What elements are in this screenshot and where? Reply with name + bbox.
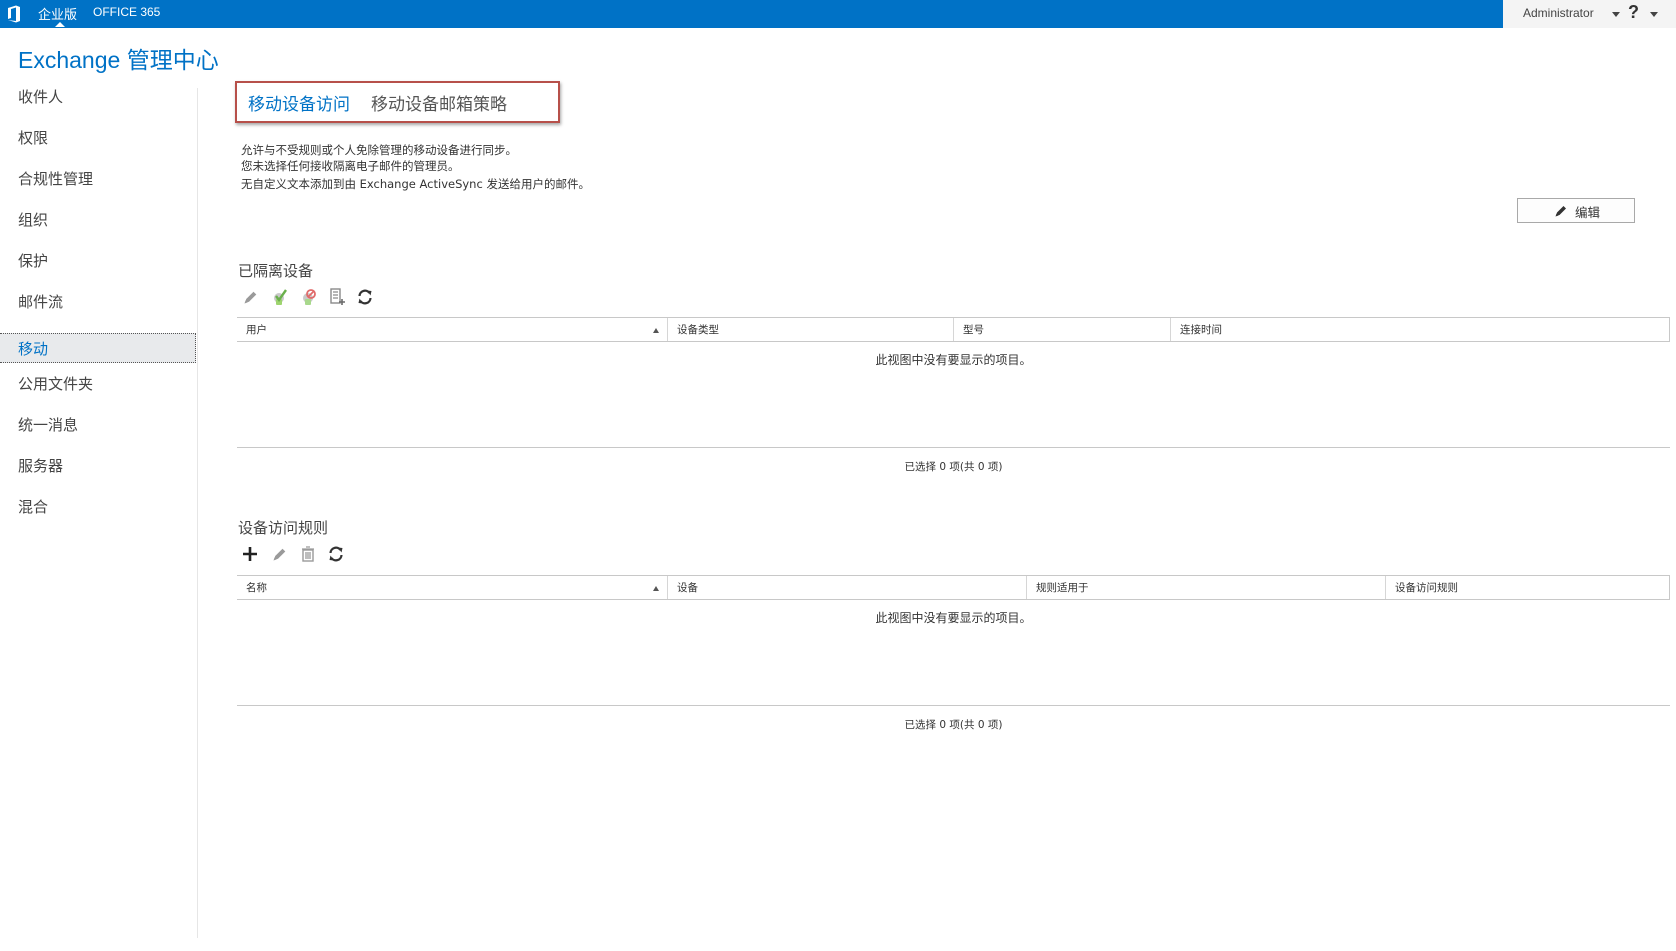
tab-bar: 移动设备访问 移动设备邮箱策略 (235, 81, 560, 123)
description-line: 您未选择任何接收隔离电子邮件的管理员。 (241, 159, 460, 173)
rules-empty-message: 此视图中没有要显示的项目。 (875, 611, 1032, 625)
user-area: Administrator ? (1503, 0, 1676, 28)
rules-section-title: 设备访问规则 (238, 519, 329, 537)
office365-link[interactable]: OFFICE 365 (93, 5, 160, 19)
rules-selection-count: 已选择 0 项(共 0 项) (904, 719, 1003, 731)
block-icon[interactable] (300, 288, 318, 306)
sort-ascending-icon[interactable] (653, 586, 659, 591)
table-right-edge (1669, 576, 1670, 599)
rules-table-header: 名称 设备 规则适用于 设备访问规则 (237, 575, 1670, 600)
sidebar-item-servers[interactable]: 服务器 (0, 451, 196, 481)
sort-ascending-icon[interactable] (653, 328, 659, 333)
quarantined-table-bottom (237, 447, 1670, 448)
delete-icon[interactable] (299, 545, 317, 563)
column-header-user[interactable]: 用户 (237, 318, 667, 342)
app-title: Exchange 管理中心 (18, 47, 219, 73)
tab-mobile-mailbox-policies[interactable]: 移动设备邮箱策略 (371, 90, 507, 115)
user-menu[interactable]: Administrator (1523, 6, 1594, 20)
edit-button[interactable]: 编辑 (1517, 198, 1635, 223)
edit-button-label: 编辑 (1575, 205, 1601, 220)
top-bar: 企业版 OFFICE 365 Administrator ? (0, 0, 1676, 28)
sidebar-item-organization[interactable]: 组织 (0, 205, 196, 235)
help-icon[interactable]: ? (1628, 2, 1639, 23)
quarantined-section-title: 已隔离设备 (238, 262, 314, 280)
column-header-model[interactable]: 型号 (954, 318, 1170, 342)
refresh-icon[interactable] (356, 288, 374, 306)
details-icon[interactable] (328, 288, 346, 306)
description-line: 允许与不受规则或个人免除管理的移动设备进行同步。 (241, 143, 517, 157)
pencil-icon[interactable] (242, 288, 260, 306)
sidebar-item-mail-flow[interactable]: 邮件流 (0, 287, 196, 317)
edition-label[interactable]: 企业版 (38, 4, 77, 23)
sidebar-divider (197, 88, 198, 938)
sidebar-item-hybrid[interactable]: 混合 (0, 492, 196, 522)
sidebar-item-unified-messaging[interactable]: 统一消息 (0, 410, 196, 440)
table-right-edge (1669, 318, 1670, 341)
column-header-name[interactable]: 名称 (237, 576, 667, 600)
rules-table-bottom (237, 705, 1670, 706)
column-header-device[interactable]: 设备 (668, 576, 1026, 600)
add-icon[interactable] (241, 545, 259, 563)
sidebar-item-recipients[interactable]: 收件人 (0, 82, 196, 112)
chevron-down-icon[interactable] (1612, 12, 1620, 17)
sidebar-item-mobile[interactable]: 移动 (0, 333, 196, 363)
sidebar-item-compliance[interactable]: 合规性管理 (0, 164, 196, 194)
quarantined-empty-message: 此视图中没有要显示的项目。 (875, 353, 1032, 367)
description-line: 无自定义文本添加到由 Exchange ActiveSync 发送给用户的邮件。 (241, 177, 590, 191)
tab-mobile-device-access[interactable]: 移动设备访问 (248, 90, 350, 115)
refresh-icon[interactable] (327, 545, 345, 563)
pencil-icon[interactable] (271, 545, 289, 563)
column-header-device-type[interactable]: 设备类型 (668, 318, 953, 342)
column-header-applies-to[interactable]: 规则适用于 (1027, 576, 1385, 600)
office-logo-icon[interactable] (7, 5, 21, 23)
sidebar-item-permissions[interactable]: 权限 (0, 123, 196, 153)
quarantined-selection-count: 已选择 0 项(共 0 项) (904, 461, 1003, 473)
sidebar-item-protection[interactable]: 保护 (0, 246, 196, 276)
quarantined-table-header: 用户 设备类型 型号 连接时间 (237, 317, 1670, 342)
allow-icon[interactable] (271, 288, 289, 306)
sidebar-item-public-folders[interactable]: 公用文件夹 (0, 369, 196, 399)
column-header-connection-time[interactable]: 连接时间 (1171, 318, 1668, 342)
pencil-icon (1555, 206, 1566, 217)
chevron-down-icon[interactable] (1650, 12, 1658, 17)
active-app-indicator (55, 22, 65, 27)
column-header-access-rule[interactable]: 设备访问规则 (1386, 576, 1668, 600)
